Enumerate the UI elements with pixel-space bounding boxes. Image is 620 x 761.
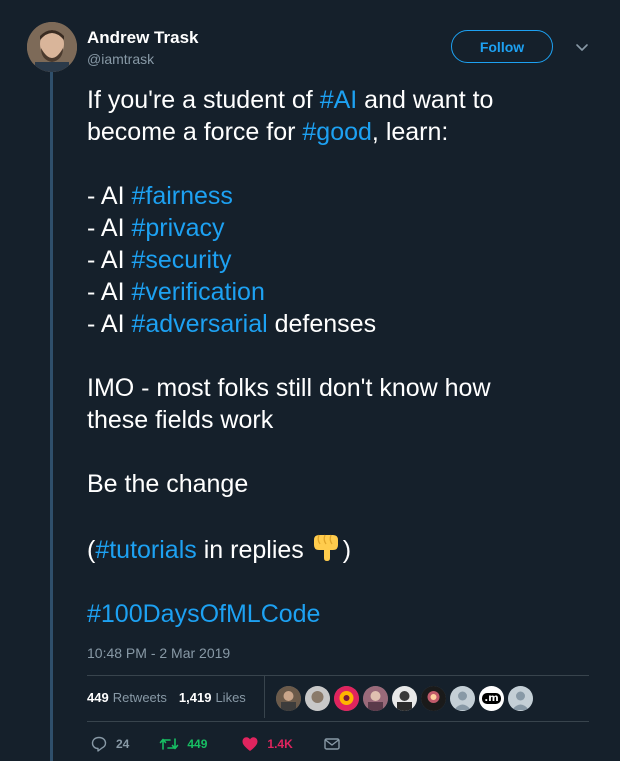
retweets-count: 449 (87, 690, 109, 705)
imo-line-2: these fields work (87, 406, 274, 434)
liker-photo (276, 686, 301, 711)
hashtag-privacy[interactable]: #privacy (131, 214, 224, 242)
chevron-down-icon[interactable] (573, 38, 591, 56)
list-item: - AI #verification (87, 276, 607, 308)
text-segment: and want to (357, 86, 494, 114)
tweet-text: If you're a student of #AI and want to b… (87, 84, 607, 630)
list-item: - AI #fairness (87, 180, 607, 212)
author-name[interactable]: Andrew Trask (87, 28, 199, 48)
liker-photo (421, 686, 446, 711)
liker-avatar[interactable] (276, 686, 301, 711)
tweet-actions: 24 449 1.4K (90, 735, 349, 753)
paren-close: ) (342, 536, 352, 564)
reply-button[interactable]: 24 (90, 735, 129, 753)
retweet-button[interactable]: 449 (159, 735, 207, 753)
intro-line-2: become a force for #good, learn: (87, 116, 607, 148)
stats-separator (264, 676, 265, 718)
intro-line-1: If you're a student of #AI and want to (87, 84, 607, 116)
liker-avatar[interactable] (450, 686, 475, 711)
final-hashtag-line: #100DaysOfMLCode (87, 598, 607, 630)
liker-photo (392, 686, 417, 711)
avatar[interactable] (27, 22, 77, 72)
hashtag-adversarial[interactable]: #adversarial (131, 310, 267, 338)
imo-paragraph: IMO - most folks still don't know how th… (87, 372, 607, 436)
divider-bottom (87, 721, 589, 722)
text-segment: , learn: (371, 118, 449, 146)
hashtag-ai[interactable]: #AI (320, 86, 358, 114)
hashtag-fairness[interactable]: #fairness (131, 182, 232, 210)
liker-avatar[interactable]: .m (479, 686, 504, 711)
change-line: Be the change (87, 470, 249, 498)
hashtag-100daysofmlcode[interactable]: #100DaysOfMLCode (87, 600, 320, 628)
like-count: 1.4K (267, 737, 293, 751)
retweets-label: Retweets (112, 690, 167, 705)
list-item: - AI #privacy (87, 212, 607, 244)
thread-line (50, 72, 53, 761)
hashtag-good[interactable]: #good (302, 118, 372, 146)
hashtag-verification[interactable]: #verification (131, 278, 264, 306)
imo-line-1: IMO - most folks still don't know how (87, 374, 491, 402)
avatar-photo (27, 22, 77, 72)
text-segment: in replies (196, 536, 311, 564)
author-handle[interactable]: @iamtrask (87, 51, 154, 67)
hashtag-tutorials[interactable]: #tutorials (95, 536, 196, 564)
likes-label: Likes (215, 690, 246, 705)
liker-avatar[interactable] (305, 686, 330, 711)
retweets-stat[interactable]: 449 Retweets (87, 690, 167, 705)
liker-avatar[interactable] (508, 686, 533, 711)
list-prefix: - AI (87, 246, 132, 274)
liker-photo (305, 686, 330, 711)
default-user-icon (508, 686, 533, 711)
liker-photo (363, 686, 388, 711)
liker-avatar[interactable] (363, 686, 388, 711)
tweet-timestamp[interactable]: 10:48 PM - 2 Mar 2019 (87, 645, 230, 661)
list-item: - AI #security (87, 244, 607, 276)
envelope-icon (324, 738, 340, 750)
list-item: - AI #adversarial defenses (87, 308, 607, 340)
tutorials-line: (#tutorials in replies ) (87, 532, 607, 566)
direct-message-button[interactable] (323, 736, 349, 752)
liker-avatar[interactable] (334, 686, 359, 711)
retweet-icon (160, 738, 179, 750)
topic-list: - AI #fairness - AI #privacy - AI #secur… (87, 180, 607, 340)
liker-avatar[interactable] (392, 686, 417, 711)
likes-count: 1,419 (178, 690, 212, 705)
hashtag-security[interactable]: #security (131, 246, 231, 274)
default-user-icon (450, 686, 475, 711)
engagement-stats: 449 Retweets 1,419 Likes (87, 690, 258, 705)
list-prefix: - AI (87, 214, 132, 242)
liker-logo-text: .m (484, 693, 499, 704)
follow-button[interactable]: Follow (451, 30, 553, 63)
liker-avatars: .m (276, 686, 537, 711)
list-prefix: - AI (87, 182, 132, 210)
reply-count: 24 (116, 737, 130, 751)
text-segment: become a force for (87, 118, 303, 146)
like-button[interactable]: 1.4K (241, 735, 293, 753)
liker-photo (334, 686, 359, 711)
reply-icon (91, 736, 107, 752)
liker-avatar[interactable] (421, 686, 446, 711)
text-segment: If you're a student of (87, 86, 320, 114)
pointing-down-emoji-icon (313, 534, 338, 561)
retweet-count: 449 (187, 737, 208, 751)
list-prefix: - AI (87, 310, 132, 338)
list-suffix: defenses (267, 310, 377, 338)
likes-stat[interactable]: 1,419 Likes (179, 690, 246, 705)
list-prefix: - AI (87, 278, 132, 306)
divider-top (87, 675, 589, 676)
heart-icon (242, 737, 258, 751)
